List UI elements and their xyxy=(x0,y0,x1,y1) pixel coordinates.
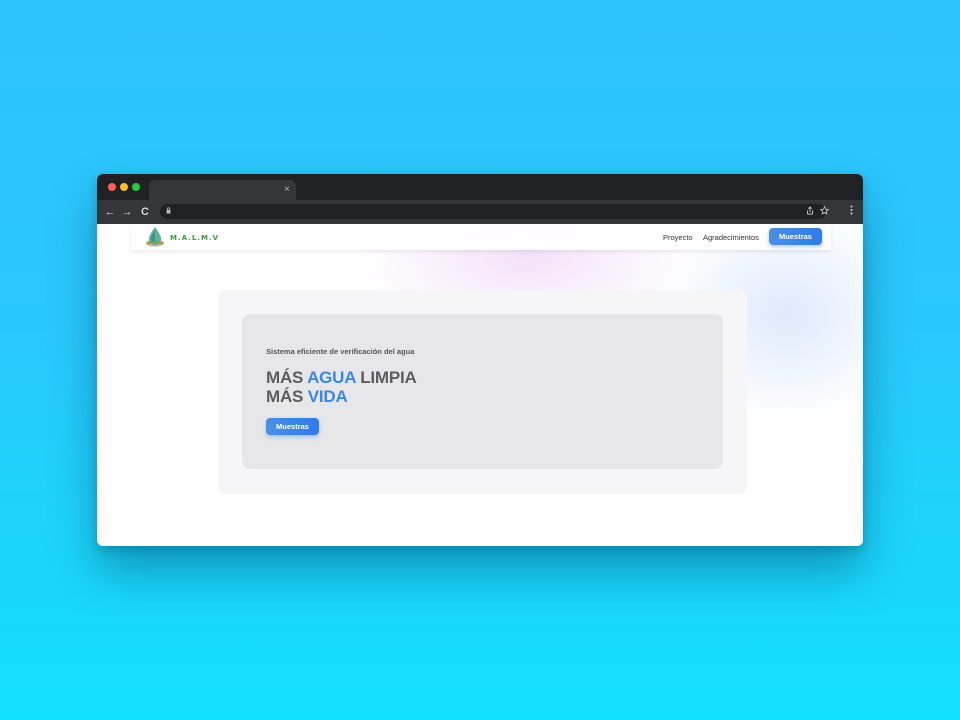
back-arrow-icon[interactable]: ← xyxy=(103,205,117,219)
browser-tab[interactable]: × xyxy=(149,180,296,200)
nav-muestras-button[interactable]: Muestras xyxy=(769,228,822,245)
water-drop-logo-icon xyxy=(146,227,164,247)
headline-accent-agua: AGUA xyxy=(307,368,356,387)
maximize-window-button[interactable] xyxy=(132,183,140,191)
hero-subtitle: Sistema eficiente de verificación del ag… xyxy=(266,347,415,356)
headline-line-1: MÁS AGUA LIMPIA xyxy=(266,368,417,387)
share-icon[interactable] xyxy=(806,206,814,218)
address-bar[interactable] xyxy=(160,204,830,219)
browser-window: × ← → C M.A.L.M.V Proyecto Agradecimient… xyxy=(97,174,863,546)
reload-icon[interactable]: C xyxy=(138,205,152,219)
hero-headline: MÁS AGUA LIMPIA MÁS VIDA xyxy=(266,368,417,406)
forward-arrow-icon[interactable]: → xyxy=(120,205,134,219)
minimize-window-button[interactable] xyxy=(120,183,128,191)
close-window-button[interactable] xyxy=(108,183,116,191)
browser-menu-icon[interactable] xyxy=(844,205,858,219)
site-navbar: M.A.L.M.V Proyecto Agradecimientos Muest… xyxy=(131,224,831,250)
logo-text: M.A.L.M.V xyxy=(170,234,219,242)
nav-link-proyecto[interactable]: Proyecto xyxy=(663,233,693,242)
headline-accent-vida: VIDA xyxy=(307,387,348,406)
hero-muestras-button[interactable]: Muestras xyxy=(266,418,319,435)
site-logo[interactable]: M.A.L.M.V xyxy=(143,226,218,248)
browser-toolbar: ← → C xyxy=(97,200,863,224)
headline-line-2: MÁS VIDA xyxy=(266,387,348,406)
tab-close-icon[interactable]: × xyxy=(284,183,290,197)
hero-card: Sistema eficiente de verificación del ag… xyxy=(242,314,723,469)
bookmark-star-icon[interactable] xyxy=(819,205,830,218)
lock-icon[interactable] xyxy=(166,206,171,217)
web-page: M.A.L.M.V Proyecto Agradecimientos Muest… xyxy=(97,224,863,546)
hero-section: Sistema eficiente de verificación del ag… xyxy=(218,290,747,494)
nav-link-agradecimientos[interactable]: Agradecimientos xyxy=(703,233,759,242)
browser-titlebar: × xyxy=(97,174,863,200)
